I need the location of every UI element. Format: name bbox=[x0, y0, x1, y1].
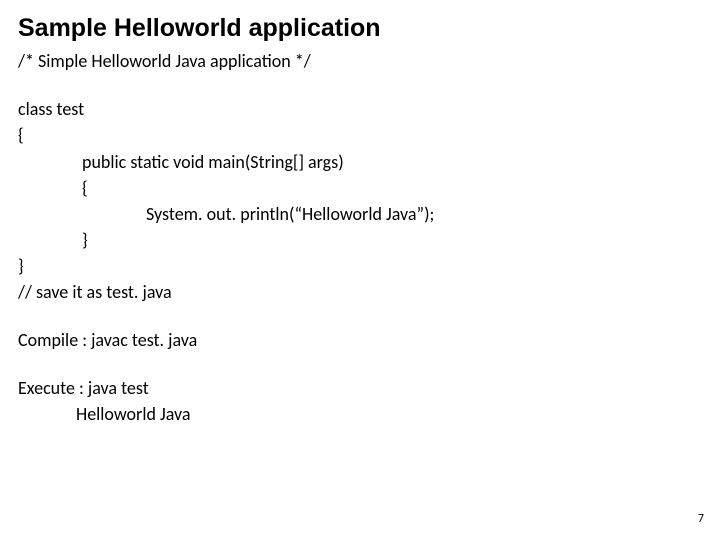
code-block: class test { public static void main(Str… bbox=[18, 96, 702, 305]
code-line: } bbox=[18, 227, 702, 253]
code-line: System. out. println(“Helloworld Java”); bbox=[18, 201, 702, 227]
code-line: public static void main(String[] args) bbox=[18, 149, 702, 175]
execute-section: Execute : java test Helloworld Java bbox=[18, 375, 702, 427]
code-line: } bbox=[18, 253, 702, 279]
code-line: { bbox=[18, 175, 702, 201]
page-number: 7 bbox=[698, 511, 704, 528]
execute-output: Helloworld Java bbox=[18, 401, 702, 427]
code-line: { bbox=[18, 122, 702, 148]
compile-section: Compile : javac test. java bbox=[18, 327, 702, 353]
code-line: class test bbox=[18, 96, 702, 122]
page-title: Sample Helloworld application bbox=[18, 10, 702, 46]
execute-command: Execute : java test bbox=[18, 375, 702, 401]
subtitle: /* Simple Helloworld Java application */ bbox=[18, 48, 702, 74]
code-comment: // save it as test. java bbox=[18, 279, 702, 305]
